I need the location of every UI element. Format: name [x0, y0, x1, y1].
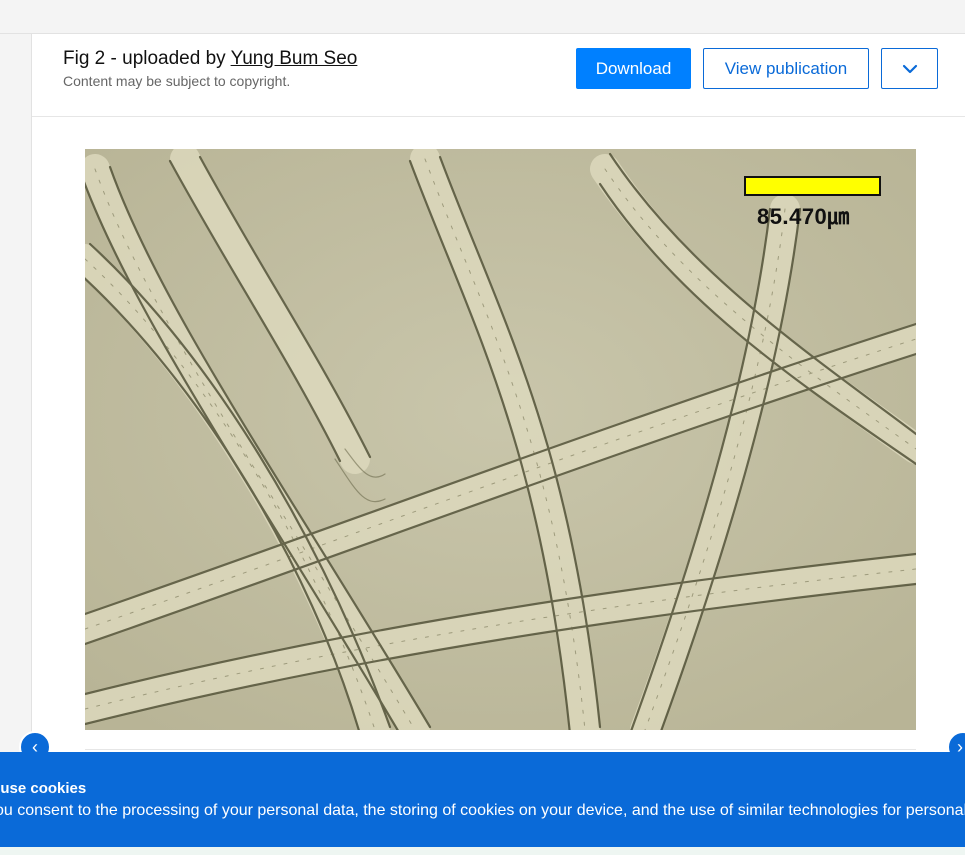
top-bar: [0, 0, 965, 34]
bottom-strip: [0, 847, 965, 855]
download-button[interactable]: Download: [576, 48, 691, 89]
cookie-banner-text: ou consent to the processing of your per…: [0, 802, 965, 819]
author-link[interactable]: Yung Bum Seo: [231, 48, 358, 69]
scale-label: 85.470㎛: [757, 204, 850, 229]
micrograph-fibers: [85, 149, 916, 730]
title-prefix: Fig 2 - uploaded by: [63, 48, 231, 69]
copyright-note: Content may be subject to copyright.: [63, 73, 291, 89]
scale-bar: [744, 176, 881, 196]
figure-divider: [85, 749, 916, 750]
figure-title: Fig 2 - uploaded by Yung Bum Seo: [63, 48, 357, 70]
more-options-button[interactable]: [881, 48, 938, 89]
chevron-down-icon: [902, 64, 917, 73]
figure-header: Fig 2 - uploaded by Yung Bum Seo Content…: [32, 34, 965, 117]
cookie-banner: rs use cookies ou consent to the process…: [0, 752, 965, 847]
figure-viewer-panel: Fig 2 - uploaded by Yung Bum Seo Content…: [32, 34, 965, 855]
view-publication-button[interactable]: View publication: [703, 48, 869, 89]
figure-image: 85.470㎛: [85, 149, 916, 730]
cookie-banner-title: rs use cookies: [0, 780, 87, 797]
